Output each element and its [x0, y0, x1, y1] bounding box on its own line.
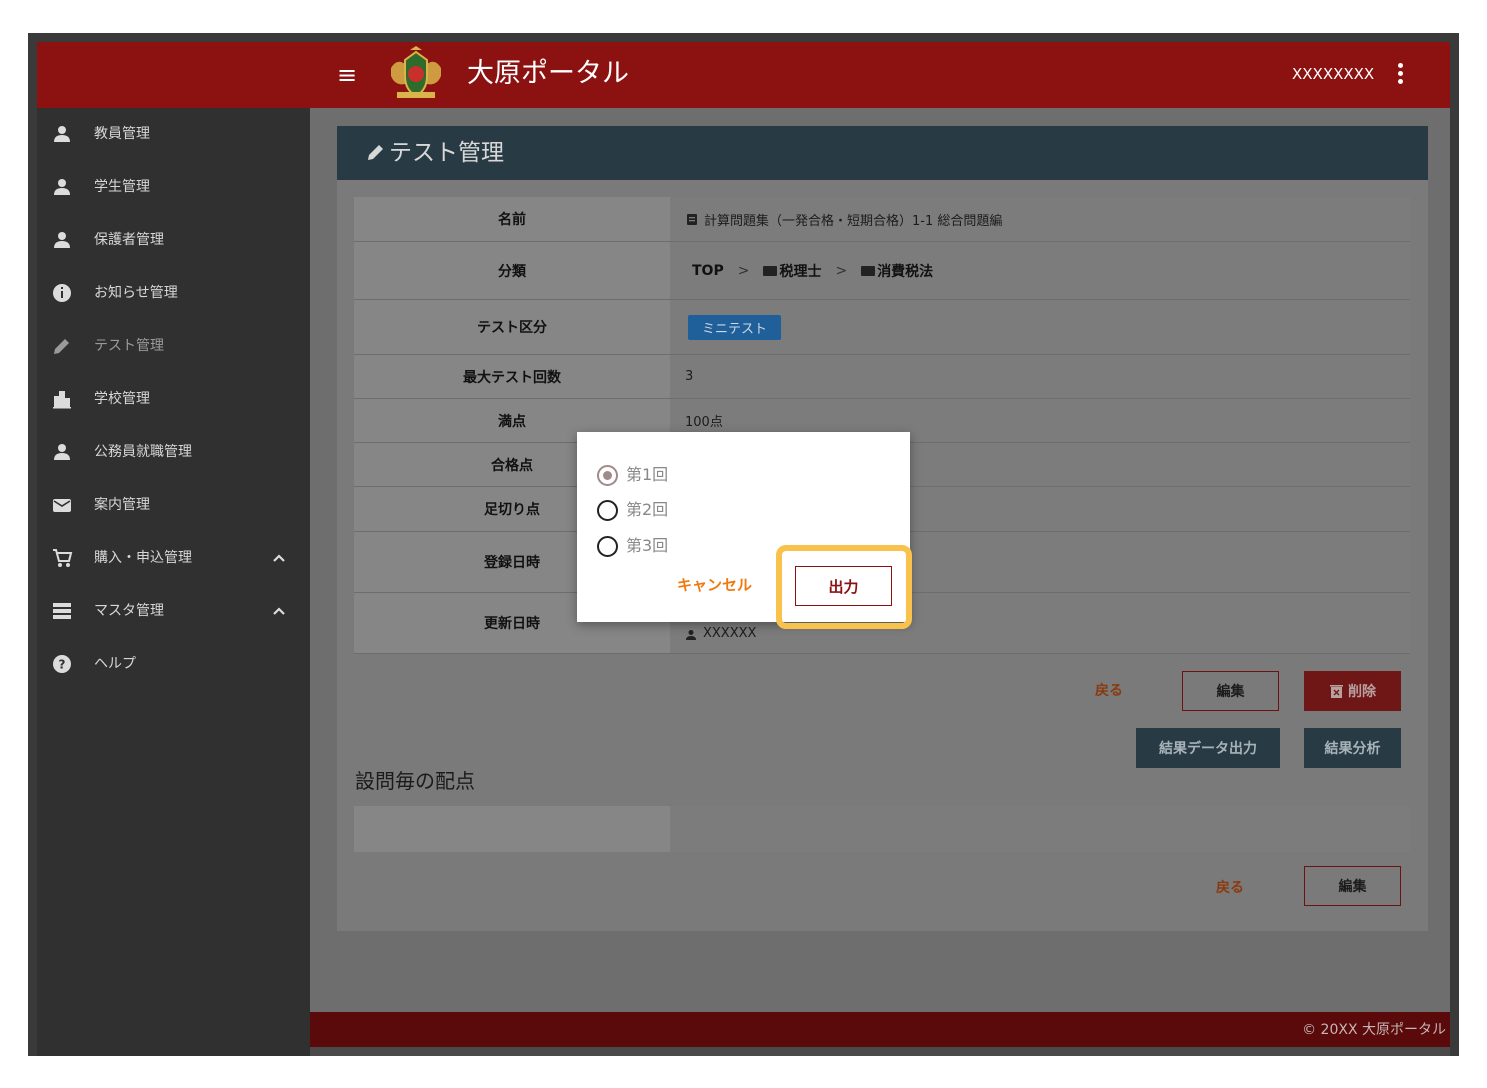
- building-icon: [53, 391, 71, 409]
- sidebar-item-label: テスト管理: [94, 338, 164, 354]
- cancel-button[interactable]: キャンセル: [677, 575, 752, 595]
- section-title: 設問毎の配点: [355, 769, 475, 793]
- svg-text:?: ?: [59, 658, 66, 672]
- folder-icon: [763, 265, 778, 276]
- sidebar-item-label: 公務員就職管理: [94, 444, 192, 460]
- sidebar-item-label: 学生管理: [94, 179, 150, 195]
- crumb-separator: >: [835, 262, 848, 279]
- test-name: 計算問題集（一発合格・短期合格）1-1 総合問題編: [704, 213, 1003, 229]
- user-name: XXXXXXXX: [1292, 65, 1375, 83]
- person-icon: [686, 630, 696, 640]
- sidebar-item-label: 案内管理: [94, 497, 150, 513]
- sidebar-item-civil-service[interactable]: 公務員就職管理: [37, 426, 310, 479]
- row-label: 最大テスト回数: [354, 355, 670, 398]
- radio-label[interactable]: 第2回: [626, 500, 668, 520]
- edit-button[interactable]: 編集: [1182, 671, 1279, 711]
- trash-icon: [1330, 685, 1343, 698]
- crumb-top[interactable]: TOP: [692, 263, 724, 279]
- back-button-bottom[interactable]: 戻る: [1216, 877, 1244, 897]
- table-row: テスト区分 ミニテスト: [354, 300, 1410, 355]
- row-label: テスト区分: [354, 300, 670, 354]
- sidebar-item-label: 教員管理: [94, 126, 150, 142]
- radio-round-1[interactable]: 第1回: [597, 463, 668, 487]
- delete-button[interactable]: 削除: [1304, 671, 1401, 711]
- sidebar-item-label: お知らせ管理: [94, 285, 178, 301]
- radio-unchecked-icon[interactable]: [597, 499, 618, 521]
- row-label: 分類: [354, 242, 670, 299]
- footer-copyright: © 20XX 大原ポータル: [1302, 1022, 1446, 1038]
- scores-value-cell: [670, 806, 1410, 852]
- table-row: 名前 計算問題集（一発合格・短期合格）1-1 総合問題編: [354, 197, 1410, 242]
- scores-label-cell: [354, 806, 670, 852]
- row-value: 3: [670, 355, 1410, 398]
- sidebar-item-notices[interactable]: お知らせ管理: [37, 267, 310, 320]
- radio-label[interactable]: 第3回: [626, 536, 668, 556]
- sidebar: 教員管理 学生管理 保護者管理 お知らせ管理 テスト管理 学校管理 公務員就職管…: [37, 108, 310, 1056]
- table-row: 最大テスト回数 3: [354, 355, 1410, 399]
- clipboard-icon: [687, 214, 697, 225]
- sidebar-item-label: 購入・申込管理: [94, 550, 192, 566]
- person-icon: [54, 179, 70, 195]
- row-value: ミニテスト: [670, 300, 1410, 354]
- radio-label[interactable]: 第1回: [626, 465, 668, 485]
- page-title: テスト管理: [389, 140, 504, 166]
- card-header: テスト管理: [337, 126, 1428, 180]
- more-vert-icon[interactable]: [1393, 60, 1409, 88]
- footer: © 20XX 大原ポータル: [310, 1012, 1450, 1047]
- mail-icon: [53, 499, 71, 512]
- analyze-results-button[interactable]: 結果分析: [1304, 728, 1401, 768]
- crest-logo-icon[interactable]: [383, 46, 449, 102]
- sidebar-item-teachers[interactable]: 教員管理: [37, 108, 310, 161]
- person-icon: [54, 126, 70, 142]
- row-value: 計算問題集（一発合格・短期合格）1-1 総合問題編: [670, 197, 1410, 241]
- sidebar-item-master[interactable]: マスタ管理: [37, 585, 310, 638]
- sidebar-item-purchases[interactable]: 購入・申込管理: [37, 532, 310, 585]
- sidebar-item-guardians[interactable]: 保護者管理: [37, 214, 310, 267]
- hamburger-menu-icon[interactable]: ≡: [337, 60, 357, 90]
- top-bar: ≡ 大原ポータル XXXXXXXX: [37, 42, 1450, 108]
- table-row: 分類 TOP > 税理士 > 消費税法: [354, 242, 1410, 300]
- test-type-badge: ミニテスト: [688, 314, 782, 340]
- row-label: 名前: [354, 197, 670, 241]
- sidebar-item-schools[interactable]: 学校管理: [37, 373, 310, 426]
- edit-button-bottom[interactable]: 編集: [1304, 866, 1401, 906]
- chevron-up-icon[interactable]: [269, 548, 289, 568]
- sidebar-item-students[interactable]: 学生管理: [37, 161, 310, 214]
- sidebar-item-label: ヘルプ: [94, 656, 136, 672]
- info-icon: [53, 284, 71, 302]
- row-value: TOP > 税理士 > 消費税法: [670, 242, 1410, 299]
- radio-checked-icon[interactable]: [597, 464, 618, 486]
- sidebar-item-guides[interactable]: 案内管理: [37, 479, 310, 532]
- delete-button-label: 削除: [1348, 684, 1376, 700]
- cart-icon: [53, 549, 73, 567]
- category-breadcrumb: TOP > 税理士 > 消費税法: [692, 261, 933, 281]
- app-title[interactable]: 大原ポータル: [467, 56, 629, 92]
- export-results-button[interactable]: 結果データ出力: [1136, 728, 1280, 768]
- back-button[interactable]: 戻る: [1095, 680, 1123, 700]
- sidebar-item-label: マスタ管理: [94, 603, 164, 619]
- radio-round-2[interactable]: 第2回: [597, 498, 668, 522]
- pencil-icon: [54, 339, 69, 354]
- storage-icon: [53, 603, 71, 619]
- crumb-consumption-tax[interactable]: 消費税法: [877, 261, 933, 281]
- crumb-tax-accountant[interactable]: 税理士: [779, 261, 821, 281]
- person-icon: [54, 444, 70, 460]
- output-button[interactable]: 出力: [795, 566, 892, 606]
- chevron-up-icon[interactable]: [269, 601, 289, 621]
- sidebar-item-label: 保護者管理: [94, 232, 164, 248]
- sidebar-item-label: 学校管理: [94, 391, 150, 407]
- help-icon: ?: [53, 655, 71, 673]
- pencil-icon: [368, 145, 383, 160]
- sidebar-item-tests[interactable]: テスト管理: [37, 320, 310, 373]
- radio-unchecked-icon[interactable]: [597, 535, 618, 557]
- radio-round-3[interactable]: 第3回: [597, 534, 668, 558]
- updated-by: XXXXXX: [703, 626, 757, 641]
- crumb-separator: >: [737, 262, 750, 279]
- scores-table: [354, 806, 1410, 852]
- folder-icon: [861, 265, 876, 276]
- sidebar-item-help[interactable]: ? ヘルプ: [37, 638, 310, 691]
- person-icon: [54, 232, 70, 248]
